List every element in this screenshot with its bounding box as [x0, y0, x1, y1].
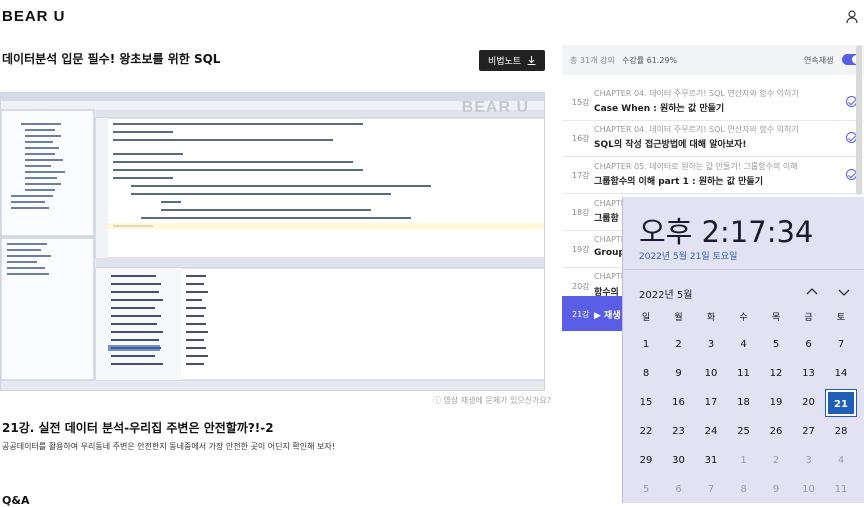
weekday-label: 목	[771, 313, 781, 323]
calendar-day[interactable]: 8	[631, 361, 661, 387]
calendar-day[interactable]: 13	[794, 361, 824, 387]
chevron-down-icon[interactable]	[835, 283, 853, 301]
calendar-day[interactable]: 11	[729, 361, 759, 387]
progress-rate: 수강률 61.29%	[622, 56, 678, 65]
weekday-label: 수	[739, 313, 748, 323]
calendar-day[interactable]: 9	[664, 361, 694, 387]
user-icon[interactable]	[846, 10, 858, 24]
lecture-item-title: Group	[594, 248, 625, 258]
calendar-day[interactable]: 3	[794, 448, 824, 474]
clock-calendar-flyout: 오후 2:17:34 2022년 5월 21일 토요일 2022년 5월 일 월 화…	[622, 197, 864, 503]
calendar-day[interactable]: 25	[729, 419, 759, 445]
lecture-item-title: 그룹함	[594, 214, 619, 224]
lecture-number: 20강	[572, 282, 590, 291]
playlist-scrollbar[interactable]	[856, 45, 862, 195]
calendar-day[interactable]: 29	[631, 448, 661, 474]
calendar-day[interactable]: 16	[664, 390, 694, 416]
chevron-up-icon[interactable]	[803, 283, 821, 301]
calendar-day[interactable]: 20	[794, 390, 824, 416]
calendar-day[interactable]: 2	[664, 332, 694, 358]
playlist-header: 총 31개 강의 수강률 61.29% 연속재생	[562, 45, 864, 75]
lecture-chapter: CHAPTER 05. 데이터로 원하는 값 만들기! 그룹함수의 이해	[594, 162, 798, 171]
calendar-day[interactable]: 28	[826, 419, 856, 445]
lecture-item[interactable]: 15강 CHAPTER 04. 데이터 주무르기! SQL 연산자와 함수 익히기…	[562, 84, 864, 121]
note-download-button[interactable]: 비법노트	[479, 50, 545, 71]
clock-time: 오후 2:17:34	[639, 215, 814, 249]
calendar-month[interactable]: 2022년 5월	[639, 286, 692, 301]
calendar-day[interactable]: 19	[761, 390, 791, 416]
calendar-day[interactable]: 22	[631, 419, 661, 445]
calendar-day[interactable]: 7	[696, 477, 726, 503]
lecture-item[interactable]: 16강 CHAPTER 04. 데이터 주무르기! SQL 연산자와 함수 익히기…	[562, 120, 864, 157]
weekday-label: 월	[674, 313, 683, 323]
clock-date[interactable]: 2022년 5월 21일 토요일	[639, 249, 737, 262]
calendar-day[interactable]: 4	[826, 448, 856, 474]
calendar-day[interactable]: 23	[664, 419, 694, 445]
calendar-day[interactable]: 1	[631, 332, 661, 358]
lecture-description: 공공데이터를 활용하여 우리동네 주변은 안전한지 동네중에서 가장 안전한 곳…	[2, 442, 335, 451]
calendar-day[interactable]: 7	[826, 332, 856, 358]
download-icon	[527, 56, 536, 65]
calendar-day[interactable]: 11	[826, 477, 856, 503]
weekday-label: 금	[804, 313, 813, 323]
current-lecture-number: 21강	[572, 310, 590, 319]
calendar-day[interactable]: 3	[696, 332, 726, 358]
top-bar: BEAR U	[0, 0, 864, 34]
lecture-chapter: CHAPTER 04. 데이터 주무르기! SQL 연산자와 함수 익히기	[594, 125, 799, 134]
calendar-day[interactable]: 21	[825, 389, 857, 417]
calendar-day[interactable]: 2	[761, 448, 791, 474]
calendar-day[interactable]: 17	[696, 390, 726, 416]
calendar-day[interactable]: 18	[729, 390, 759, 416]
lecture-number: 17강	[572, 171, 590, 180]
calendar-day[interactable]: 8	[729, 477, 759, 503]
calendar-day[interactable]: 1	[729, 448, 759, 474]
lecture-item-title: Case When : 원하는 값 만들기	[594, 104, 725, 114]
weekday-label: 일	[641, 313, 651, 323]
calendar-day[interactable]: 12	[761, 361, 791, 387]
video-report-link[interactable]: ⓘ 영상 재생에 문제가 있으신가요?	[433, 395, 551, 406]
autoplay-label: 연속재생	[804, 56, 834, 65]
video-player[interactable]: BEAR U	[0, 92, 545, 391]
calendar-day[interactable]: 24	[696, 419, 726, 445]
calendar-day[interactable]: 9	[761, 477, 791, 503]
weekday-label: 화	[706, 313, 716, 323]
calendar-day[interactable]: 27	[794, 419, 824, 445]
weekday-label: 토	[836, 313, 846, 323]
note-button-label: 비법노트	[487, 57, 522, 67]
calendar-day[interactable]: 14	[826, 361, 856, 387]
lecture-number: 18강	[572, 208, 590, 217]
lecture-number: 19강	[572, 245, 590, 254]
calendar-day[interactable]: 6	[794, 332, 824, 358]
lecture-item[interactable]: 17강 CHAPTER 05. 데이터로 원하는 값 만들기! 그룹함수의 이해그…	[562, 157, 864, 194]
lecture-number: 15강	[572, 98, 590, 107]
logo[interactable]: BEAR U	[2, 8, 66, 25]
calendar-day[interactable]: 10	[794, 477, 824, 503]
calendar-day[interactable]: 15	[631, 390, 661, 416]
lecture-count: 총 31개 강의	[570, 56, 615, 65]
calendar-day[interactable]: 6	[664, 477, 694, 503]
calendar-day[interactable]: 5	[761, 332, 791, 358]
lecture-item-title: SQL의 작성 접근방법에 대해 알아보자!	[594, 140, 747, 150]
lecture-chapter: CHAPTER 04. 데이터 주무르기! SQL 연산자와 함수 익히기	[594, 89, 799, 98]
lecture-title: 21강. 실전 데이터 분석-우리집 주변은 안전할까?!-2	[2, 421, 274, 435]
calendar-day[interactable]: 5	[631, 477, 661, 503]
lecture-item-title: 그룹함수의 이해 part 1 : 원하는 값 만들기	[594, 177, 763, 187]
current-lecture-label: ▶ 재생	[594, 311, 621, 321]
calendar-day[interactable]: 26	[761, 419, 791, 445]
qa-heading: Q&A	[2, 494, 30, 507]
lecture-number: 16강	[572, 134, 590, 143]
video-watermark: BEAR U	[461, 99, 529, 116]
course-title: 데이터분석 입문 필수! 왕초보를 위한 SQL	[2, 52, 221, 66]
video-frame	[1, 93, 544, 390]
divider	[623, 269, 864, 270]
calendar-day[interactable]: 30	[664, 448, 694, 474]
calendar-day[interactable]: 4	[729, 332, 759, 358]
calendar-day[interactable]: 31	[696, 448, 726, 474]
calendar-day[interactable]: 10	[696, 361, 726, 387]
